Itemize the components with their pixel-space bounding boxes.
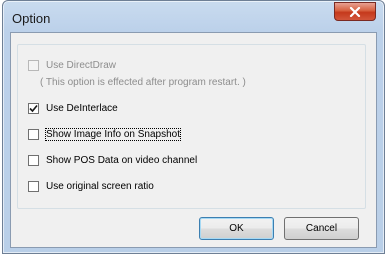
- option-deinterlace: Use DeInterlace: [28, 100, 118, 116]
- screen-ratio-label: Use original screen ratio: [46, 180, 154, 192]
- option-pos-data: Show POS Data on video channel: [28, 152, 197, 168]
- direct-draw-label: Use DirectDraw: [46, 59, 117, 71]
- ok-button[interactable]: OK: [199, 217, 274, 240]
- pos-data-checkbox[interactable]: [28, 154, 39, 166]
- direct-draw-checkbox[interactable]: [28, 59, 39, 71]
- option-image-info: Show Image Info on Snapshot: [28, 126, 181, 142]
- option-direct-draw: Use DirectDraw: [28, 57, 116, 73]
- restart-hint: ( This option is effected after program …: [40, 77, 246, 88]
- image-info-label: Show Image Info on Snapshot: [45, 127, 181, 141]
- cancel-button[interactable]: Cancel: [284, 217, 359, 240]
- option-screen-ratio: Use original screen ratio: [28, 178, 154, 194]
- pos-data-label: Show POS Data on video channel: [46, 154, 198, 166]
- deinterlace-checkbox[interactable]: [28, 102, 39, 114]
- close-button[interactable]: [334, 2, 376, 21]
- options-group: Use DirectDraw ( This option is effected…: [17, 44, 366, 209]
- dialog-title: Option: [12, 11, 51, 26]
- deinterlace-label: Use DeInterlace: [46, 102, 118, 114]
- title-bar[interactable]: Option: [3, 1, 384, 33]
- option-dialog: Option Use DirectDraw ( This option is e…: [2, 0, 385, 254]
- close-icon: [349, 6, 361, 17]
- screen-ratio-checkbox[interactable]: [28, 180, 39, 192]
- checkmark-icon: [29, 104, 38, 112]
- dialog-body: Use DirectDraw ( This option is effected…: [10, 32, 377, 248]
- image-info-checkbox[interactable]: [28, 128, 39, 140]
